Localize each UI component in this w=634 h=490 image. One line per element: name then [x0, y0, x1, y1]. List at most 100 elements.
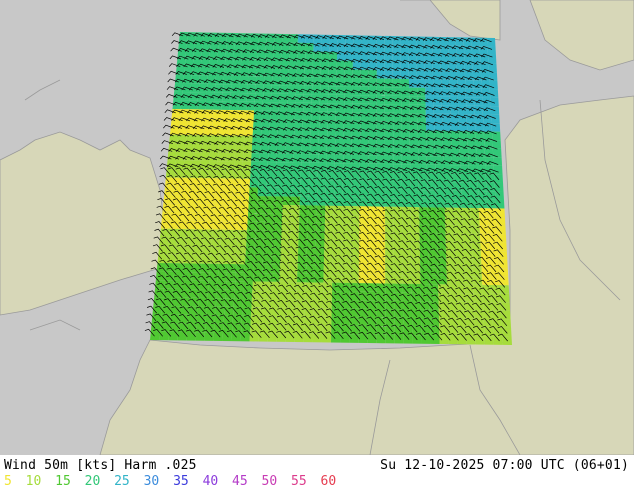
wind-cell — [207, 66, 217, 76]
wind-cell — [376, 44, 385, 53]
wind-cell — [484, 148, 494, 158]
speed-legend: 5 10 15 20 25 30 35 40 45 50 55 60 — [4, 474, 342, 489]
wind-cell — [486, 191, 496, 200]
wind-cell — [416, 79, 426, 88]
wind-cell — [172, 100, 182, 110]
wind-cell — [318, 145, 327, 155]
wind-cell — [429, 301, 439, 310]
wind-cell — [393, 112, 402, 122]
legend-item: 5 — [4, 474, 12, 489]
wind-cell — [296, 290, 306, 300]
wind-cell — [467, 139, 477, 149]
wind-cell — [230, 92, 239, 102]
wind-cell — [213, 212, 223, 222]
wind-cell — [213, 332, 223, 341]
wind-cell — [441, 96, 450, 106]
wind-cell — [457, 335, 467, 345]
wind-cell — [178, 40, 188, 50]
wind-cell — [394, 300, 404, 310]
wind-cell — [288, 68, 297, 77]
wind-cell — [409, 87, 418, 97]
wind-cell — [368, 189, 377, 198]
wind-cell — [456, 301, 466, 311]
wind-cell — [201, 143, 211, 153]
wind-cell — [342, 180, 352, 190]
wind-cell — [301, 154, 310, 163]
wind-cell — [459, 148, 469, 157]
wind-cell — [240, 67, 249, 77]
wind-cell — [253, 118, 262, 128]
footer: Wind 50m [kts] Harm .025 Su 12-10-2025 0… — [0, 455, 634, 490]
wind-cell — [474, 114, 484, 123]
wind-cell — [452, 190, 462, 200]
wind-cell — [468, 156, 477, 166]
wind-cell — [167, 151, 177, 161]
wind-cell — [231, 75, 241, 85]
map-datetime: Su 12-10-2025 07:00 UTC (06+01) — [380, 458, 629, 473]
wind-cell — [487, 46, 496, 56]
wind-cell — [488, 233, 498, 243]
wind-cell — [385, 215, 394, 224]
wind-cell — [476, 156, 486, 166]
wind-cell — [384, 155, 394, 165]
wind-cell — [326, 145, 336, 155]
wind-cell — [294, 119, 303, 129]
wind-cell — [473, 97, 483, 106]
wind-cell — [393, 258, 403, 267]
wind-cell — [221, 101, 231, 111]
wind-cell — [209, 263, 219, 273]
wind-cell — [279, 264, 289, 274]
wind-cell — [451, 156, 461, 166]
wind-cell — [501, 319, 512, 328]
wind-cell — [455, 45, 465, 55]
wind-cell — [247, 221, 257, 231]
wind-cell — [299, 213, 309, 223]
legend-item: 25 — [114, 474, 130, 489]
wind-cell — [180, 297, 190, 307]
wind-cell — [313, 308, 323, 317]
wind-cell — [328, 86, 337, 95]
wind-cell — [489, 89, 499, 98]
wind-cell — [325, 197, 335, 206]
wind-cell — [490, 267, 500, 277]
wind-cell — [455, 267, 465, 277]
wind-cell — [368, 44, 377, 53]
wind-cell — [403, 334, 413, 344]
wind-cell — [393, 181, 402, 190]
wind-cell — [448, 45, 457, 55]
wind-cell — [401, 189, 411, 199]
wind-cell — [179, 109, 189, 118]
legend-item: 50 — [261, 474, 278, 489]
wind-cell — [297, 42, 306, 52]
wind-cell — [392, 78, 401, 88]
wind-cell — [232, 315, 243, 325]
wind-cell — [284, 145, 294, 154]
wind-cell — [229, 110, 238, 119]
wind-cell — [466, 105, 475, 115]
wind-cell — [360, 95, 369, 104]
wind-cell — [491, 114, 500, 124]
wind-cell — [437, 267, 447, 276]
legend-item: 60 — [320, 474, 337, 489]
wind-cell — [341, 231, 351, 241]
wind-cell — [472, 267, 482, 277]
wind-cell — [168, 228, 179, 238]
wind-cell — [223, 75, 233, 85]
wind-cell — [335, 103, 345, 113]
wind-cell — [247, 84, 256, 94]
wind-cell — [400, 53, 409, 62]
wind-cell — [498, 268, 509, 277]
wind-cell — [340, 334, 350, 343]
wind-cell — [420, 292, 430, 302]
wind-cell — [218, 41, 227, 51]
legend-item: 40 — [202, 474, 219, 489]
map-title: Wind 50m [kts] Harm .025 — [4, 458, 197, 473]
wind-cell — [376, 121, 385, 130]
wind-cell — [359, 163, 369, 173]
wind-cell — [303, 102, 312, 112]
wind-cell — [473, 284, 483, 294]
wind-cell — [334, 163, 344, 172]
wind-cell — [368, 146, 377, 156]
wind-cell — [453, 224, 463, 234]
wind-cell — [367, 334, 377, 344]
